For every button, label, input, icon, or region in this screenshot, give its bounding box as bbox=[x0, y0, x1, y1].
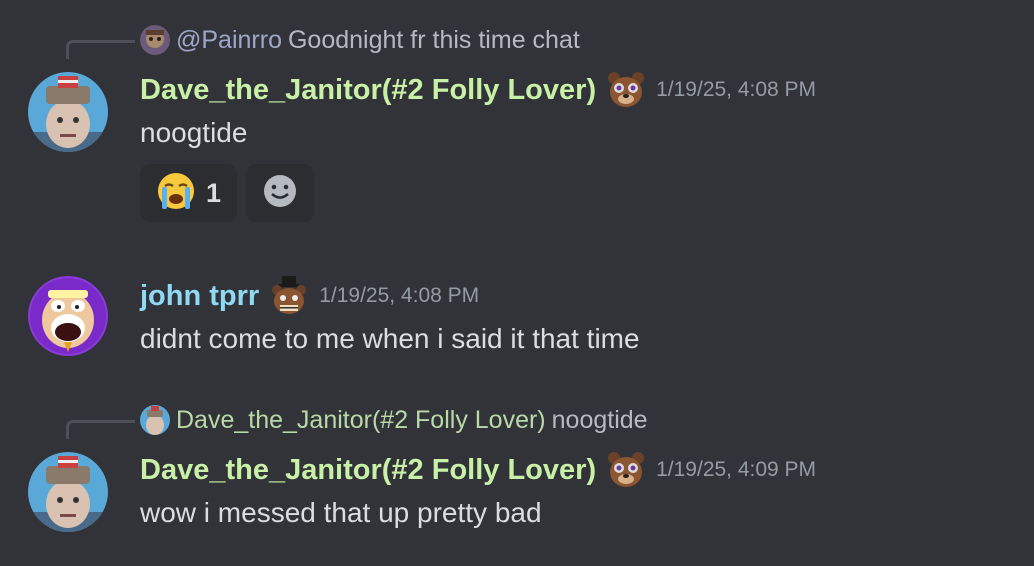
loudly-crying-face-icon bbox=[156, 171, 196, 216]
reply-avatar bbox=[140, 25, 170, 55]
reply-text: noogtide bbox=[551, 405, 648, 434]
reply-text: Goodnight fr this time chat bbox=[287, 25, 580, 54]
reply-spine bbox=[66, 40, 135, 59]
timestamp[interactable]: 1/19/25, 4:08 PM bbox=[319, 284, 479, 308]
add-reaction-button[interactable] bbox=[246, 164, 314, 222]
timestamp[interactable]: 1/19/25, 4:09 PM bbox=[656, 458, 816, 482]
avatar[interactable] bbox=[28, 452, 108, 532]
reply-preview[interactable]: @Painrro Goodnight fr this time chat bbox=[140, 25, 580, 55]
message-content: noogtide bbox=[140, 117, 248, 148]
reply-mention[interactable]: @Painrro bbox=[176, 26, 282, 55]
bear-badge-icon bbox=[606, 70, 646, 110]
reaction-count: 1 bbox=[205, 177, 222, 208]
username[interactable]: john tprr bbox=[140, 280, 259, 313]
message-header: Dave_the_Janitor(#2 Folly Lover) 1/19/25… bbox=[140, 70, 816, 110]
reaction-button[interactable]: 1 bbox=[140, 164, 237, 222]
message-header: Dave_the_Janitor(#2 Folly Lover) 1/19/25… bbox=[140, 450, 816, 490]
username[interactable]: Dave_the_Janitor(#2 Folly Lover) bbox=[140, 74, 596, 107]
reply-avatar bbox=[140, 405, 170, 435]
reply-preview[interactable]: Dave_the_Janitor(#2 Folly Lover) noogtid… bbox=[140, 405, 648, 435]
reply-author[interactable]: Dave_the_Janitor(#2 Folly Lover) bbox=[176, 406, 546, 435]
avatar[interactable] bbox=[28, 276, 108, 356]
add-reaction-smiley-icon bbox=[262, 173, 298, 214]
timestamp[interactable]: 1/19/25, 4:08 PM bbox=[656, 78, 816, 102]
username[interactable]: Dave_the_Janitor(#2 Folly Lover) bbox=[140, 454, 596, 487]
message-content: didnt come to me when i said it that tim… bbox=[140, 323, 640, 354]
message-content: wow i messed that up pretty bad bbox=[140, 497, 542, 528]
message-header: john tprr 1/19/25, 4:08 PM bbox=[140, 276, 479, 316]
bear-top-hat-badge-icon bbox=[269, 276, 309, 316]
bear-badge-icon bbox=[606, 450, 646, 490]
reply-spine bbox=[66, 420, 135, 439]
avatar[interactable] bbox=[28, 72, 108, 152]
